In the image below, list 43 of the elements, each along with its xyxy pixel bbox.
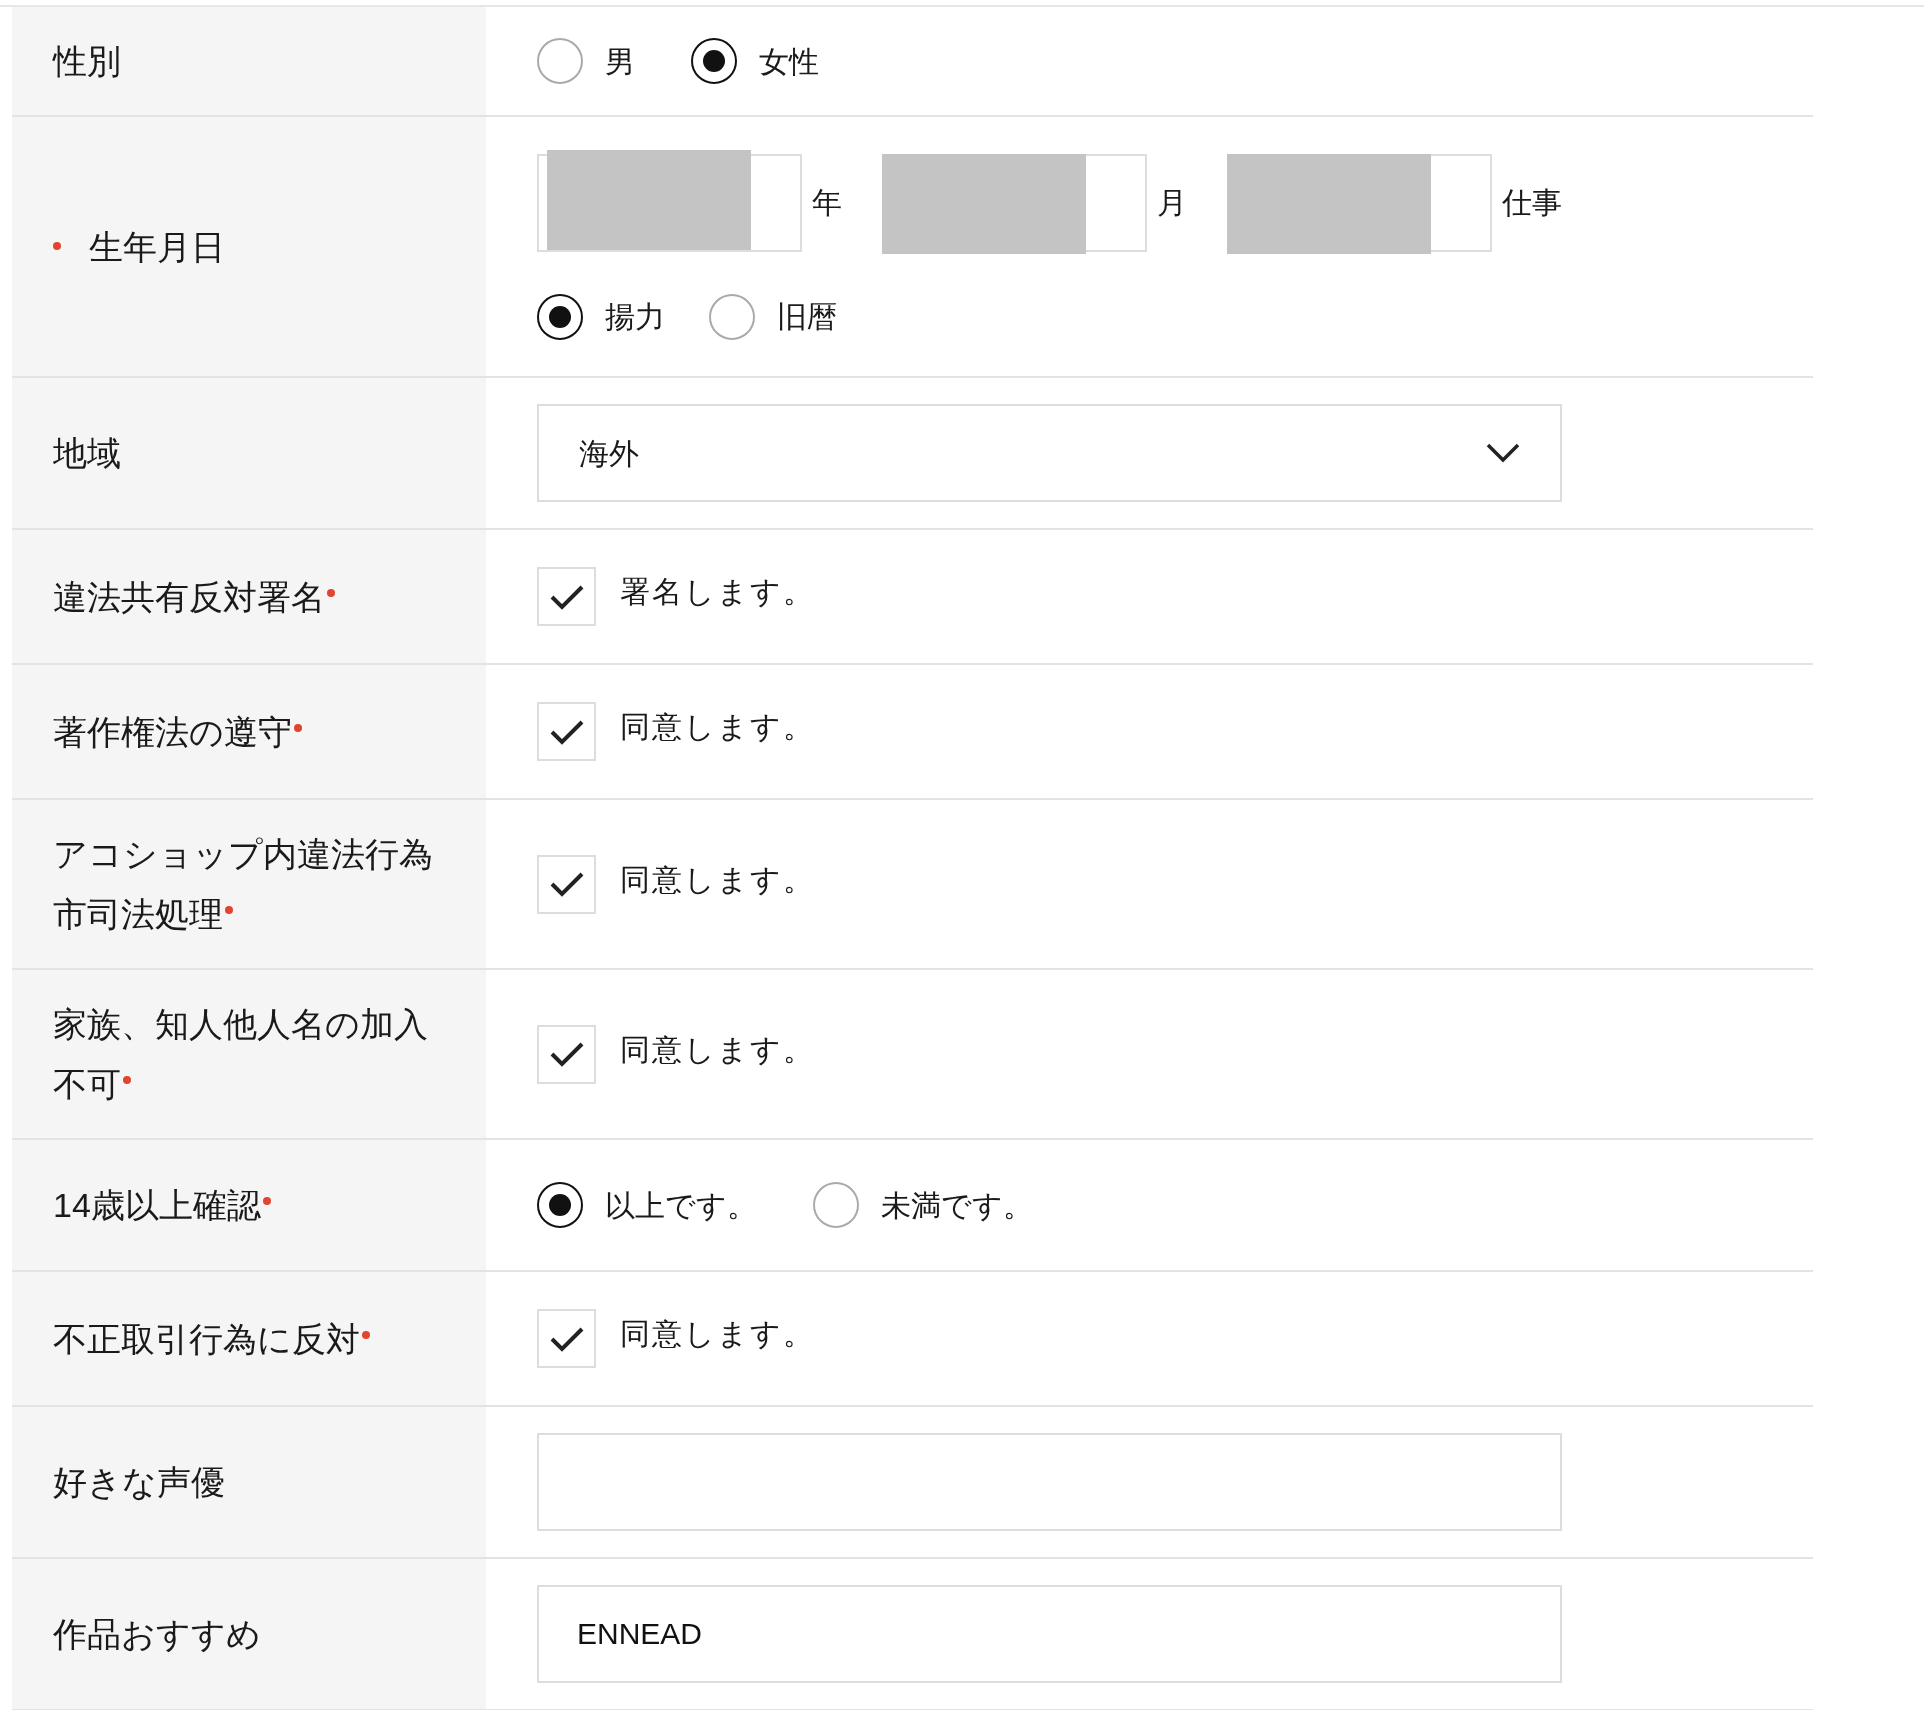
checkbox[interactable] [537,1024,596,1084]
field-label: 著作権法の遵守 [53,701,302,762]
checkbox[interactable] [537,567,596,626]
radio-option[interactable]: 揚力 [537,293,665,340]
radio-button[interactable] [709,293,755,340]
field-label: 違法共有反対署名 [53,566,335,627]
date-unit: 年 [812,185,842,221]
chevron-down-icon [1486,443,1520,463]
radio-option[interactable]: 以上です。 [537,1182,757,1228]
radio-button[interactable] [537,38,583,84]
checkbox[interactable] [537,1309,596,1368]
checkbox-label: 同意します。 [620,861,815,898]
radio-button[interactable] [691,38,737,84]
checkbox-label: 同意します。 [620,1031,815,1068]
field-label: 地域 [53,433,121,474]
checkbox[interactable] [537,854,596,914]
date-unit: 月 [1157,185,1187,221]
field-label: 好きな声優 [53,1462,225,1503]
checkbox-label: 同意します。 [620,1316,815,1352]
radio-button[interactable] [537,293,583,340]
date-field[interactable] [1227,153,1492,252]
checkbox[interactable] [537,702,596,761]
checkbox-label: 署名します。 [620,574,815,610]
radio-option[interactable]: 男 [537,38,635,84]
field-label: 性別 [53,41,121,82]
region-select[interactable]: 海外 [537,404,1562,502]
field-label: 作品おすすめ [53,1614,261,1655]
radio-option[interactable]: 未満です。 [813,1182,1033,1228]
radio-button[interactable] [813,1182,859,1228]
text-field[interactable] [537,1433,1562,1531]
radio-option[interactable]: 女性 [691,38,819,84]
field-label: 14歳以上確認 [53,1175,271,1235]
date-field[interactable] [882,153,1147,252]
field-label: 生年月日 [53,216,225,277]
checkbox-label: 同意します。 [620,709,815,745]
radio-button[interactable] [537,1182,583,1228]
field-label: 家族、知人他人名の加入不可 [53,1004,429,1105]
radio-option[interactable]: 旧暦 [709,293,837,340]
field-label: 不正取引行為に反対 [53,1308,370,1369]
date-unit: 仕事 [1502,185,1562,221]
text-field[interactable]: ENNEAD [537,1585,1562,1683]
field-label: アコショップ内違法行為市司法処理 [53,834,434,935]
date-field[interactable] [537,153,802,252]
